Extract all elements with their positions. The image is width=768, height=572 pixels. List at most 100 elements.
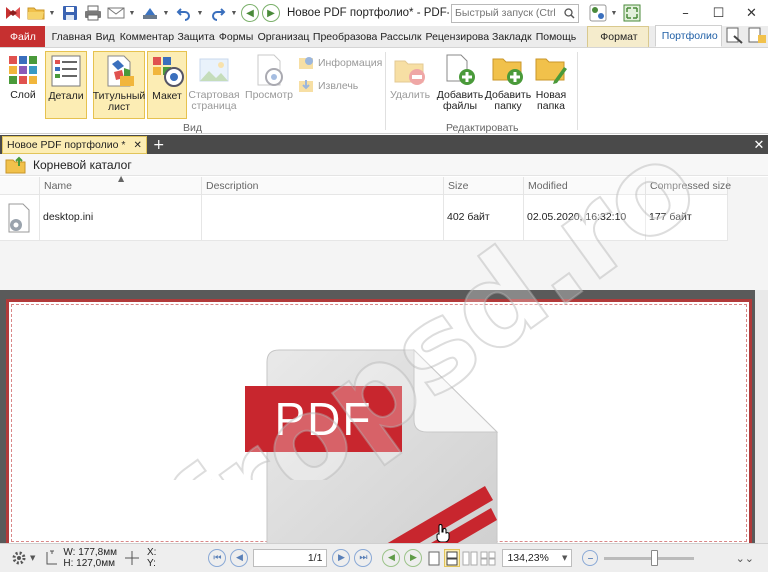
gear-icon[interactable] <box>10 549 28 567</box>
close-document-icon[interactable]: ✕ <box>750 138 768 153</box>
zoom-slider[interactable] <box>604 549 695 566</box>
tab-review[interactable]: Рецензирова <box>423 26 490 47</box>
tab-file[interactable]: Файл <box>0 26 45 47</box>
open-folder-icon[interactable] <box>25 2 47 24</box>
layer-icon <box>6 53 40 87</box>
add-folder-button[interactable]: Добавить папку <box>485 53 531 117</box>
tab-view[interactable]: Вид <box>93 26 117 47</box>
table-header: Name ▲ Description Size Modified Compres… <box>0 174 731 195</box>
zoom-select[interactable]: 134,23% ▼ <box>502 549 573 567</box>
forward-icon[interactable]: ▶ <box>262 4 280 22</box>
page-size-icon <box>46 550 58 565</box>
cover-page: PDF <box>6 299 752 547</box>
next-page-icon[interactable]: ▶ <box>332 549 351 567</box>
single-page-icon[interactable] <box>426 549 442 567</box>
file-icon-cell <box>0 195 40 241</box>
page-number-field[interactable]: 1/1 <box>253 549 328 567</box>
tab-protect[interactable]: Защита <box>174 26 215 47</box>
chevron-down-icon[interactable]: ▼ <box>30 554 35 562</box>
forward-view-icon[interactable]: ▶ <box>404 549 423 567</box>
chevron-down-icon[interactable]: ▼ <box>128 10 136 17</box>
column-header-name[interactable]: Name ▲ <box>40 174 202 195</box>
app-logo-icon[interactable] <box>2 2 24 24</box>
tab-mailing[interactable]: Рассылк <box>377 26 422 47</box>
details-button[interactable]: Детали <box>45 51 87 119</box>
maximize-button[interactable]: ☐ <box>702 0 735 26</box>
add-files-button[interactable]: Добавить файлы <box>437 53 483 117</box>
new-folder-button[interactable]: Новая папка <box>531 53 571 117</box>
print-icon[interactable] <box>82 2 104 24</box>
start-page-button[interactable]: Стартовая страница <box>188 53 240 117</box>
expand-icon[interactable]: ⌄⌄ <box>736 552 754 565</box>
tab-help[interactable]: Помощь <box>533 26 578 47</box>
table-row[interactable]: desktop.ini 402 байт 02.05.2020, 16:32:1… <box>0 195 728 241</box>
chevron-down-icon[interactable]: ▼ <box>610 10 618 17</box>
page-number: 1/1 <box>307 552 323 564</box>
undo-icon[interactable] <box>173 2 195 24</box>
delete-icon <box>393 53 427 87</box>
facing-pages-icon[interactable] <box>462 549 478 567</box>
first-page-icon[interactable]: ⏮ <box>208 549 227 567</box>
close-tab-icon[interactable]: ✕ <box>133 140 141 151</box>
zoom-out-icon[interactable]: – <box>582 550 599 566</box>
back-view-icon[interactable]: ◀ <box>382 549 401 567</box>
cover-sheet-button[interactable]: Титульный лист <box>93 51 145 119</box>
continuous-facing-icon[interactable] <box>480 549 496 567</box>
column-header-icon[interactable] <box>0 177 40 195</box>
cursor-coordinates: X: Y: <box>147 547 156 569</box>
back-icon[interactable]: ◀ <box>241 4 259 22</box>
tab-bookmarks[interactable]: Закладк <box>489 26 533 47</box>
quick-launch-search[interactable] <box>451 3 579 23</box>
chevron-down-icon[interactable]: ▼ <box>230 10 238 17</box>
previous-page-icon[interactable]: ◀ <box>230 549 249 567</box>
search-icon <box>564 7 575 19</box>
fullscreen-icon[interactable] <box>621 2 643 24</box>
file-description <box>202 195 444 241</box>
email-icon[interactable] <box>105 2 127 24</box>
new-tab-icon[interactable]: + <box>153 137 165 153</box>
vertical-scrollbar[interactable] <box>755 290 768 543</box>
document-view[interactable]: PDF <box>0 290 768 547</box>
zoom-slider-thumb[interactable] <box>650 549 658 566</box>
scan-icon[interactable] <box>139 2 161 24</box>
tab-home[interactable]: Главная <box>49 26 93 47</box>
last-page-icon[interactable]: ⏭ <box>354 549 373 567</box>
hand-cursor-icon <box>436 524 450 542</box>
chevron-down-icon[interactable]: ▼ <box>196 10 204 17</box>
settings-icon[interactable] <box>587 2 609 24</box>
delete-button[interactable]: Удалить <box>389 53 431 117</box>
tab-format[interactable]: Формат <box>587 26 649 47</box>
tab-comment[interactable]: Комментар <box>117 26 175 47</box>
folder-up-icon[interactable] <box>5 156 27 174</box>
cover-sheet-icon <box>102 54 136 88</box>
chevron-down-icon[interactable]: ▼ <box>48 10 56 17</box>
tab-organize[interactable]: Организац <box>255 26 310 47</box>
info-button[interactable]: Информация <box>298 55 382 71</box>
close-button[interactable]: ✕ <box>735 0 768 26</box>
layer-button[interactable]: Слой <box>5 53 41 117</box>
column-header-modified[interactable]: Modified <box>524 177 646 195</box>
column-header-description[interactable]: Description <box>202 177 444 195</box>
find-document-icon[interactable] <box>746 27 768 45</box>
chevron-down-icon[interactable]: ▼ <box>162 10 170 17</box>
tab-portfolio[interactable]: Портфолио <box>654 25 722 47</box>
column-header-compressed-size[interactable]: Compressed size <box>646 177 731 195</box>
document-tab[interactable]: Новое PDF портфолио * ✕ <box>2 136 147 154</box>
tab-forms[interactable]: Формы <box>216 26 255 47</box>
preview-button[interactable]: Просмотр <box>243 53 295 117</box>
column-header-size[interactable]: Size <box>444 177 524 195</box>
search-input[interactable] <box>455 7 555 19</box>
page-dimensions: W: 177,8мм H: 127,0мм <box>63 547 117 569</box>
layout-button[interactable]: Макет <box>147 51 187 119</box>
extract-button[interactable]: Извлечь <box>298 78 358 94</box>
breadcrumb-root[interactable]: Корневой каталог <box>33 158 132 172</box>
minimize-button[interactable]: – <box>669 0 702 26</box>
add-folder-label-2: папку <box>494 100 522 112</box>
continuous-page-icon[interactable] <box>444 549 461 567</box>
start-page-label-2: страница <box>191 100 237 112</box>
redo-icon[interactable] <box>207 2 229 24</box>
save-icon[interactable] <box>59 2 81 24</box>
document-tools-icon[interactable] <box>724 27 746 45</box>
tab-convert[interactable]: Преобразова <box>310 26 377 47</box>
settings-file-icon <box>8 203 30 233</box>
